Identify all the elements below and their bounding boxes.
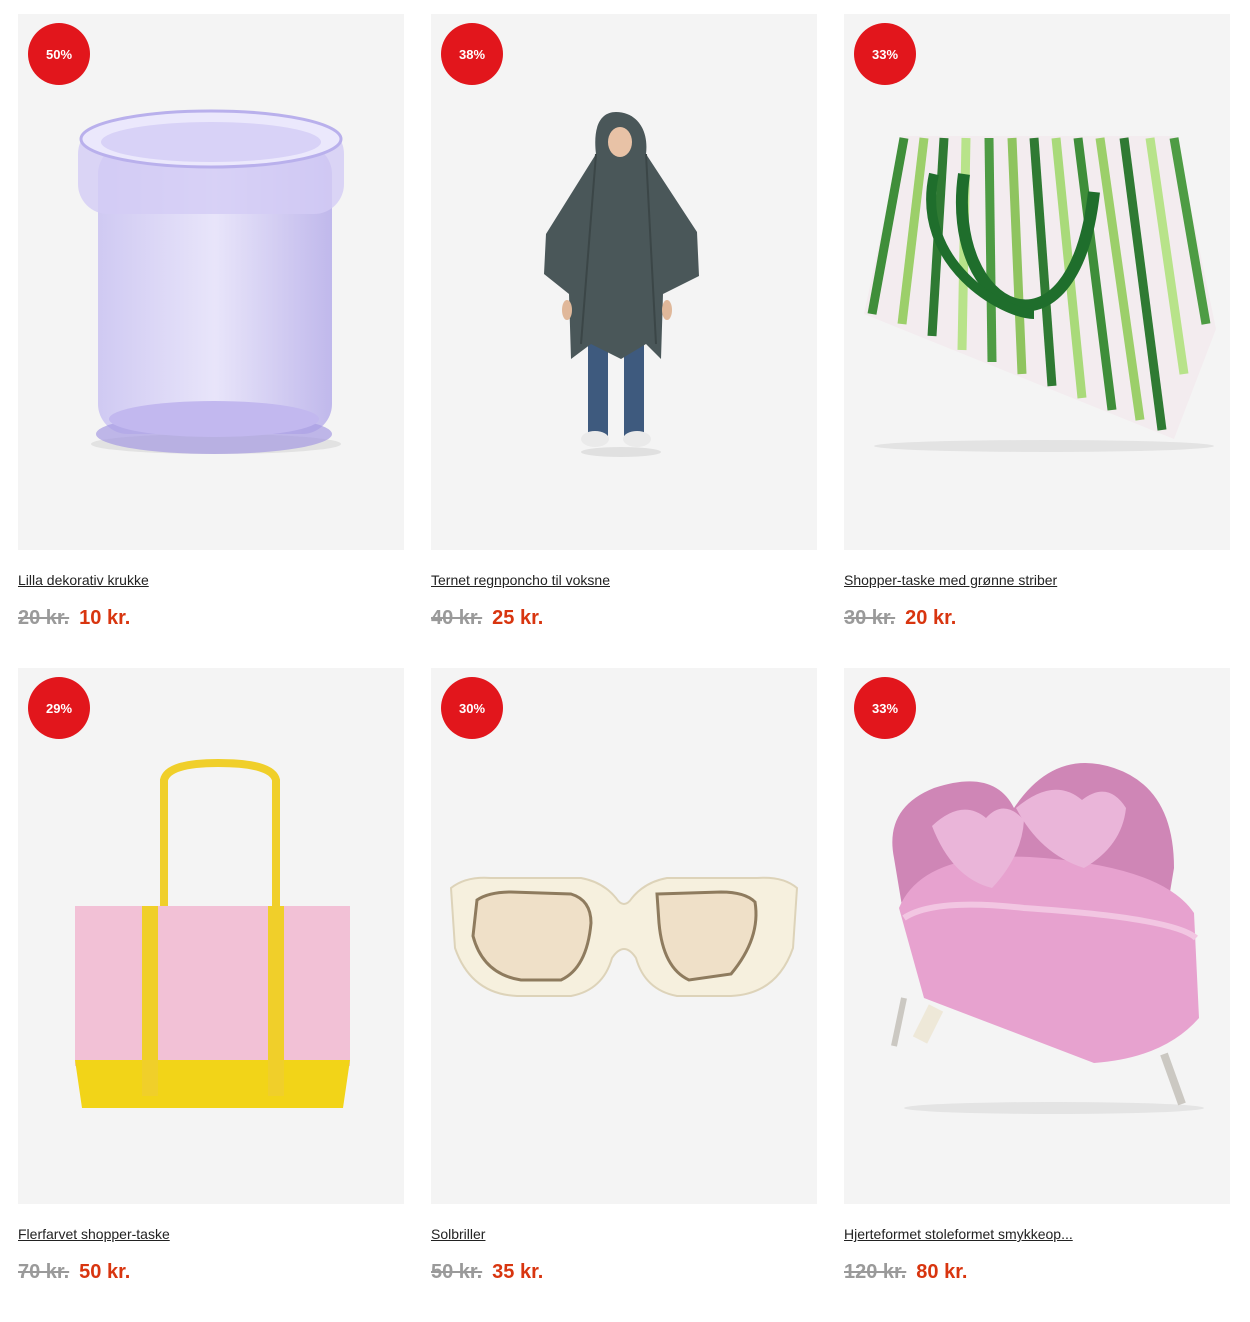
sale-price: 20 kr.	[905, 607, 957, 629]
discount-badge: 29%	[28, 677, 90, 739]
heart-chair-jewelry-box-icon	[891, 763, 1204, 1114]
product-image[interactable]: 33%	[844, 668, 1230, 1204]
discount-badge: 33%	[854, 677, 916, 739]
sunglasses-icon	[449, 876, 799, 997]
product-image[interactable]: 38%	[431, 14, 817, 550]
price-row: 40 kr. 25 kr.	[431, 607, 543, 630]
discount-badge: 33%	[854, 23, 916, 85]
price-row: 20 kr. 10 kr.	[18, 607, 130, 630]
discount-badge: 30%	[441, 677, 503, 739]
product-card[interactable]: 33% Shopper-taske med grønne striber 30 …	[844, 14, 1230, 668]
product-title[interactable]: Hjerteformet stoleformet smykkeop...	[844, 1226, 1073, 1242]
price-row: 50 kr. 35 kr.	[431, 1261, 543, 1284]
product-title[interactable]: Solbriller	[431, 1226, 485, 1242]
sale-price: 35 kr.	[492, 1261, 544, 1283]
product-card[interactable]: 38% Ternet regnponcho til voksne 40 kr. …	[431, 14, 817, 668]
price-row: 30 kr. 20 kr.	[844, 607, 956, 630]
product-card[interactable]: 29% Flerfarvet shopper-taske 70 kr. 50 k…	[18, 668, 404, 1322]
product-card[interactable]: 30% Solbriller 50 kr. 35 kr.	[431, 668, 817, 1322]
sale-price: 10 kr.	[79, 607, 131, 629]
old-price: 40 kr.	[431, 607, 483, 629]
product-image[interactable]: 29%	[18, 668, 404, 1204]
product-title[interactable]: Lilla dekorativ krukke	[18, 572, 149, 588]
old-price: 120 kr.	[844, 1261, 907, 1283]
purple-jar-icon	[78, 109, 344, 454]
product-title[interactable]: Shopper-taske med grønne striber	[844, 572, 1057, 588]
striped-bag-icon	[864, 136, 1216, 452]
rain-poncho-icon	[544, 112, 699, 457]
product-image[interactable]: 50%	[18, 14, 404, 550]
old-price: 70 kr.	[18, 1261, 70, 1283]
product-card[interactable]: 50% Lilla dekorativ krukke 20 kr. 10 kr.	[18, 14, 404, 668]
product-image[interactable]: 33%	[844, 14, 1230, 550]
sale-price: 80 kr.	[916, 1261, 968, 1283]
product-title[interactable]: Flerfarvet shopper-taske	[18, 1226, 170, 1242]
price-row: 120 kr. 80 kr.	[844, 1261, 967, 1284]
old-price: 20 kr.	[18, 607, 70, 629]
sale-price: 25 kr.	[492, 607, 544, 629]
discount-badge: 38%	[441, 23, 503, 85]
product-image[interactable]: 30%	[431, 668, 817, 1204]
old-price: 50 kr.	[431, 1261, 483, 1283]
product-card[interactable]: 33% Hjerteformet stoleformet smykkeop...…	[844, 668, 1230, 1322]
old-price: 30 kr.	[844, 607, 896, 629]
price-row: 70 kr. 50 kr.	[18, 1261, 130, 1284]
sale-price: 50 kr.	[79, 1261, 131, 1283]
product-title[interactable]: Ternet regnponcho til voksne	[431, 572, 610, 588]
discount-badge: 50%	[28, 23, 90, 85]
product-grid: 50% Lilla dekorativ krukke 20 kr. 10 kr.	[18, 14, 1230, 1322]
tote-bag-icon	[75, 758, 350, 1108]
